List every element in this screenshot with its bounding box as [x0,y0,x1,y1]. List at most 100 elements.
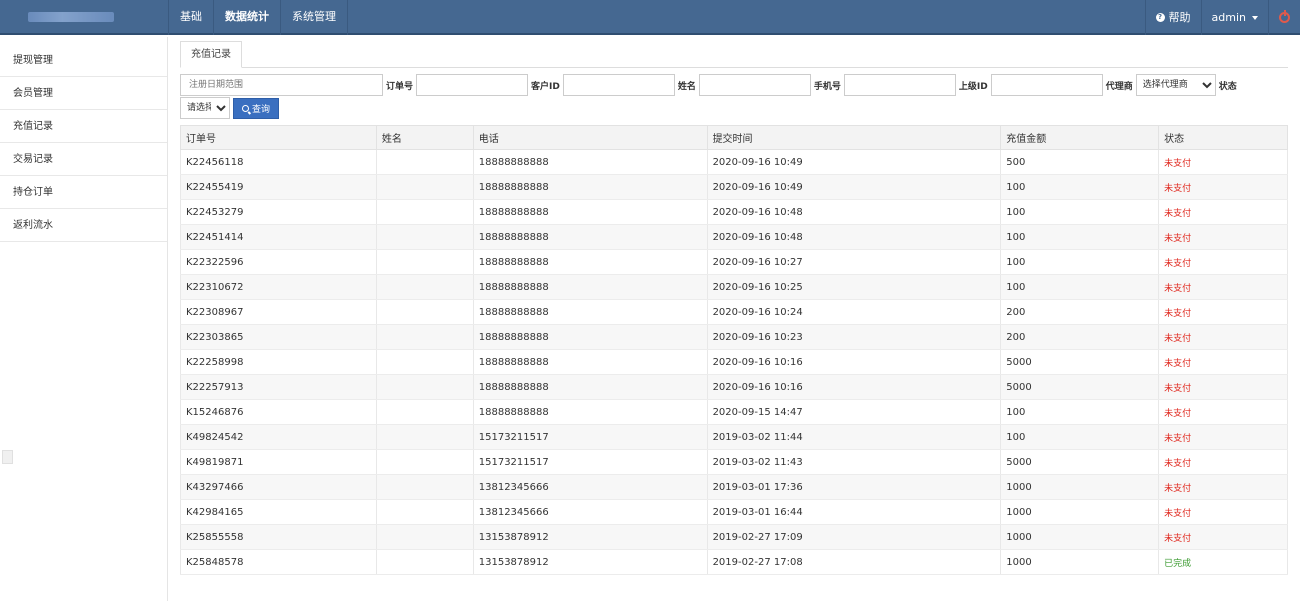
parent-id-label: 上级ID [958,81,988,92]
cell-phone-text: 18888888888 [478,281,549,293]
name-input[interactable] [698,74,811,96]
status-select[interactable]: 请选择 [180,97,230,119]
cell-name [375,474,474,500]
cell-amount-text: 5000 [1006,456,1032,468]
cell-order-text: K25855558 [186,531,244,543]
brand-logo[interactable] [0,0,168,35]
table-row[interactable]: K22455419 18888888888 2020-09-16 10:49 100 未… [180,174,1288,200]
cell-phone: 18888888888 [472,224,708,250]
cell-amount: 1000 [1000,499,1160,525]
search-icon [242,104,249,112]
cell-name [375,449,474,475]
cell-status: 未支付 [1158,524,1288,550]
cell-time-text: 2019-03-01 16:44 [712,506,803,518]
table-row[interactable]: K22451414 18888888888 2020-09-16 10:48 100 未… [180,224,1288,250]
table-row[interactable]: K43297466 13812345666 2019-03-01 17:36 1000… [180,474,1288,500]
agent-select[interactable]: 选择代理商 [1135,74,1216,96]
top-navbar: 基础 数据统计 系统管理 ? 帮助 admin [0,0,1300,35]
nav-item-system[interactable]: 系统管理 [280,0,348,35]
sidebar-item-rebates[interactable]: 返利流水 [0,209,167,242]
parent-id-input[interactable] [990,74,1103,96]
cell-phone-text: 18888888888 [478,406,549,418]
power-icon [1279,10,1290,23]
table-row[interactable]: K42984165 13812345666 2019-03-01 16:44 1000… [180,499,1288,525]
table-row[interactable]: K22453279 18888888888 2020-09-16 10:48 100 未… [180,199,1288,225]
sidebar-item-withdraw[interactable]: 提现管理 [0,44,167,77]
cell-time-text: 2020-09-16 10:49 [712,181,803,193]
cell-amount: 1000 [1000,524,1160,550]
sidebar-collapse-toggle[interactable] [2,450,13,464]
cell-amount-text: 1000 [1006,506,1032,518]
cell-phone: 18888888888 [472,349,708,375]
sidebar-item-recharge[interactable]: 充值记录 [0,110,167,143]
cell-status: 未支付 [1158,499,1288,525]
phone-input[interactable] [843,74,956,96]
order-input[interactable] [416,74,529,96]
cell-phone-text: 13153878912 [478,531,549,543]
cell-time: 2020-09-16 10:49 [706,149,1002,175]
table-row[interactable]: K22257913 18888888888 2020-09-16 10:16 5000… [180,374,1288,400]
table-row[interactable]: K22303865 18888888888 2020-09-16 10:23 200 未… [180,324,1288,350]
col-header-status[interactable]: 状态 [1158,125,1288,150]
cell-order: K22308967 [180,299,377,325]
cell-amount-text: 100 [1006,181,1026,193]
table-row[interactable]: K22322596 18888888888 2020-09-16 10:27 100 未… [180,249,1288,275]
cell-time: 2020-09-15 14:47 [706,399,1002,425]
cell-order: K22451414 [180,224,377,250]
cell-time-text: 2020-09-16 10:48 [712,206,803,218]
table-row[interactable]: K22310672 18888888888 2020-09-16 10:25 100 未… [180,274,1288,300]
cell-time: 2019-03-01 16:44 [706,499,1002,525]
help-link[interactable]: ? 帮助 [1144,0,1201,35]
table-row[interactable]: K22258998 18888888888 2020-09-16 10:16 5000… [180,349,1288,375]
cell-amount-text: 1000 [1006,556,1032,568]
table-row[interactable]: K25855558 13153878912 2019-02-27 17:09 1000… [180,524,1288,550]
user-menu[interactable]: admin [1200,0,1268,35]
col-header-time[interactable]: 提交时间 [706,125,1002,150]
cell-time: 2020-09-16 10:27 [706,249,1002,275]
logout-button[interactable] [1268,0,1300,35]
table-row[interactable]: K15246876 18888888888 2020-09-15 14:47 100 未… [180,399,1288,425]
cell-status: 未支付 [1158,274,1288,300]
cell-name [375,499,474,525]
cell-order-text: K22257913 [186,381,244,393]
cell-time: 2019-02-27 17:08 [706,549,1002,575]
search-button-label: 查询 [252,103,271,114]
cell-order-text: K25848578 [186,556,244,568]
cell-phone: 18888888888 [472,299,708,325]
cell-amount-text: 100 [1006,256,1026,268]
cell-status: 未支付 [1158,149,1288,175]
cell-time: 2020-09-16 10:16 [706,349,1002,375]
cell-order: K15246876 [180,399,377,425]
cell-phone-text: 18888888888 [478,181,549,193]
customer-id-input[interactable] [562,74,675,96]
cell-time-text: 2020-09-15 14:47 [712,406,803,418]
col-header-amount[interactable]: 充值金额 [1000,125,1160,150]
search-button[interactable]: 查询 [233,97,280,119]
filter-bar: 订单号 客户ID 姓名 手机号 上级ID 代理商 选择代理商 状态 请选择 查询 [180,74,1288,119]
cell-time-text: 2019-02-27 17:09 [712,531,803,543]
table-row[interactable]: K25848578 13153878912 2019-02-27 17:08 1000… [180,549,1288,575]
cell-status-text: 已完成 [1164,558,1192,569]
cell-amount-text: 1000 [1006,481,1032,493]
col-header-order[interactable]: 订单号 [180,125,377,150]
tab-recharge-records[interactable]: 充值记录 [180,41,242,68]
table-row[interactable]: K49819871 15173211517 2019-03-02 11:43 5000… [180,449,1288,475]
nav-item-statistics[interactable]: 数据统计 [213,0,280,35]
cell-order: K22257913 [180,374,377,400]
cell-amount-text: 100 [1006,281,1026,293]
sidebar-item-positions[interactable]: 持仓订单 [0,176,167,209]
date-range-input[interactable] [180,74,383,96]
sidebar-item-members[interactable]: 会员管理 [0,77,167,110]
nav-item-basic[interactable]: 基础 [168,0,213,35]
table-row[interactable]: K22308967 18888888888 2020-09-16 10:24 200 未… [180,299,1288,325]
cell-phone-text: 15173211517 [478,431,549,443]
recharge-table: 订单号 姓名 电话 提交时间 充值金额 状态 K22456118 18888888… [180,125,1288,575]
cell-phone-text: 13812345666 [478,506,549,518]
col-header-phone[interactable]: 电话 [472,125,708,150]
cell-order: K22322596 [180,249,377,275]
table-row[interactable]: K49824542 15173211517 2019-03-02 11:44 100 未… [180,424,1288,450]
sidebar-item-trades[interactable]: 交易记录 [0,143,167,176]
cell-phone-text: 18888888888 [478,381,549,393]
col-header-name[interactable]: 姓名 [375,125,474,150]
table-row[interactable]: K22456118 18888888888 2020-09-16 10:49 500 未… [180,149,1288,175]
